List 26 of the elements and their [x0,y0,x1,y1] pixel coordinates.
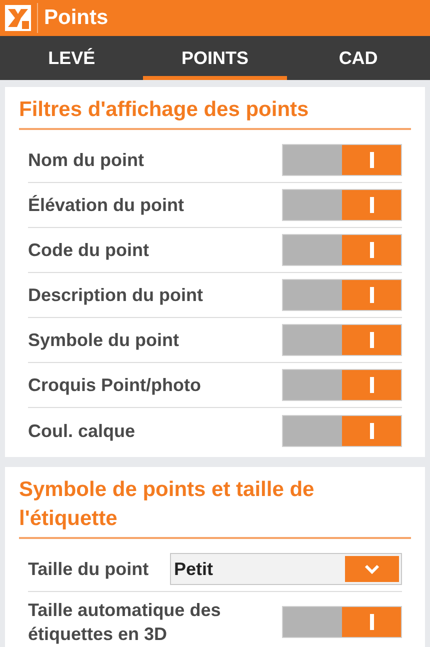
tab[interactable]: LEVÉ [0,36,144,80]
section-heading: Symbole de points et taille de l'étiquette [19,475,411,539]
toggle-switch[interactable] [282,369,402,401]
toggle-switch[interactable] [282,606,402,638]
setting-label: Symbole du point [28,329,179,352]
toggle-switch[interactable] [282,414,402,446]
setting-label: Croquis Point/photo [28,374,201,397]
toggle-switch[interactable] [282,189,402,221]
setting-label: Nom du point [28,149,144,172]
app-title: Points [44,5,108,32]
setting-label: Taille du point [28,558,149,581]
chevron-down-icon [345,556,399,582]
setting-label: Code du point [28,239,149,262]
toggle-switch[interactable] [282,279,402,311]
setting-label: Élévation du point [28,194,184,217]
section-heading: Filtres d'affichage des points [19,95,411,130]
tab[interactable]: POINTS [143,36,287,80]
dropdown-field[interactable]: Petit [170,553,402,585]
logo-icon [5,5,31,31]
toggle-switch[interactable] [282,324,402,356]
setting-label: Coul. calque [28,420,136,442]
tab[interactable]: CAD [286,36,430,80]
setting-label: Taille automatique des étiquettes en 3D [28,599,222,646]
toggle-switch[interactable] [282,234,402,266]
toggle-switch[interactable] [282,144,402,176]
setting-label: Description du point [28,284,203,307]
